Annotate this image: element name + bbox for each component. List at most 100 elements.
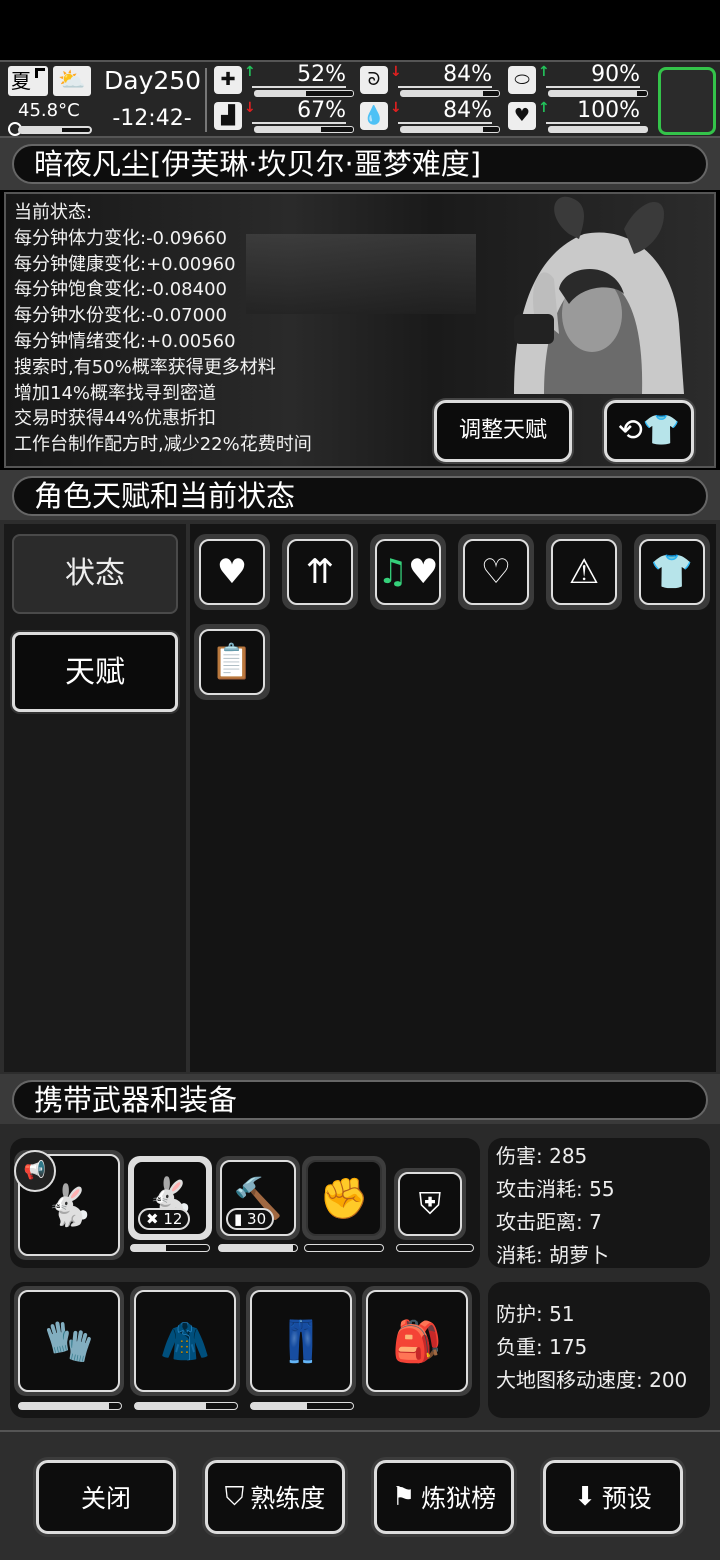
ammo-count: 12 (163, 1210, 183, 1228)
underline (546, 122, 640, 124)
status-alarm[interactable]: ⚠ (546, 534, 622, 610)
stat-mood[interactable]: ♥ ↑ 100% (508, 98, 648, 134)
stat-water[interactable]: 💧 ↓ 84% (360, 98, 500, 134)
arrow-icon (35, 68, 45, 78)
rabbit-weapon-icon: 🐇 ✖ 12 (132, 1160, 208, 1236)
stat-bar (254, 90, 354, 97)
character-portrait (514, 196, 684, 394)
trend-down-icon: ↓ (390, 64, 402, 80)
status-line: 工作台制作配方时,减少22%花费时间 (14, 434, 312, 456)
talents-title: 角色天赋和当前状态 (12, 476, 708, 516)
attack-range-stat: 攻击距离: 7 (496, 1210, 602, 1234)
weapon-slot-main[interactable]: 🐇 📢 (14, 1150, 124, 1260)
medkit-icon: ✚ (214, 66, 242, 94)
trend-up-icon: ↑ (538, 100, 550, 116)
status-stomach[interactable]: ⇈ (282, 534, 358, 610)
durability-bar (396, 1244, 474, 1252)
underline (546, 86, 640, 88)
tab-talent[interactable]: 天赋 (12, 632, 178, 712)
underline (398, 122, 492, 124)
boot-icon: ▟ (214, 102, 242, 130)
ranking-label: 炼狱榜 (421, 1484, 497, 1513)
stat-medicine[interactable]: ⬭ ↑ 90% (508, 62, 648, 98)
durability-bar (250, 1402, 354, 1410)
armor-slot-backpack[interactable]: 🎒 (362, 1286, 472, 1396)
status-medical[interactable]: 📋 (194, 624, 270, 700)
temperature-bar (18, 126, 92, 134)
stat-hunger[interactable]: ᘐ ↓ 84% (360, 62, 500, 98)
ammo-count: 30 (247, 1210, 267, 1228)
character-title: 暗夜凡尘[伊芙琳·坎贝尔·噩梦难度] (12, 144, 708, 184)
status-line: 每分钟健康变化:+0.00960 (14, 253, 236, 275)
horn-icon: 📢 (14, 1150, 56, 1192)
stat-bar (400, 90, 500, 97)
hammer-icon: 🔨 ▮ 30 (220, 1160, 296, 1236)
stat-bar (400, 126, 500, 133)
weapon-slot-2[interactable]: 🐇 ✖ 12 (128, 1156, 212, 1240)
equipment-panel: 🐇 📢 🐇 ✖ 12 🔨 ▮ 30 ✊ ⛨ 伤害: 285 攻击消耗: 55 攻… (0, 1124, 720, 1430)
status-bar: 夏 ⛅ 45.8°C Day250 -12:42- ✚ ↑ 52% ᘐ ↓ 84… (0, 60, 720, 138)
status-line: 每分钟情绪变化:+0.00560 (14, 330, 236, 352)
armor-slot-gloves[interactable]: 🧤 (14, 1286, 124, 1396)
box-download-icon: ⬇ (574, 1482, 596, 1512)
drop-icon: 💧 (360, 102, 388, 130)
cloudy-sun-icon[interactable]: ⛅ (53, 66, 91, 96)
status-icon-grid: ♥ ⇈ ♫ ♥ ♡ ⚠ 👕 📋 (190, 524, 716, 1072)
trend-up-icon: ↑ (538, 64, 550, 80)
tab-status[interactable]: 状态 (12, 534, 178, 614)
season-badge[interactable]: 夏 (8, 66, 48, 96)
armor-slot-pants[interactable]: 👖 (246, 1286, 356, 1396)
ranking-button[interactable]: ⚑ 炼狱榜 (374, 1460, 514, 1534)
status-heart[interactable]: ♥ (194, 534, 270, 610)
temperature-gauge: 45.8°C (8, 100, 92, 136)
outfit-swap-icon[interactable]: ⟲👕 (604, 400, 694, 462)
status-heart-stomach[interactable]: ♡ (458, 534, 534, 610)
stat-bar (548, 126, 648, 133)
adjust-talent-button[interactable]: 调整天赋 (434, 400, 572, 462)
weapon-slot-3[interactable]: 🔨 ▮ 30 (216, 1156, 300, 1240)
talents-tabs: 状态 天赋 (4, 524, 186, 1072)
durability-bar (18, 1402, 122, 1410)
close-label: 关闭 (80, 1484, 131, 1513)
stat-value: 100% (577, 98, 640, 123)
season-label: 夏 (11, 69, 31, 93)
character-slot-button[interactable] (658, 67, 716, 135)
carrot-rabbit-horn-icon: 🐇 📢 (14, 1150, 120, 1256)
status-line: 增加14%概率找寻到密道 (14, 382, 217, 404)
status-line: 每分钟水份变化:-0.07000 (14, 305, 227, 327)
status-shirt[interactable]: 👕 (634, 534, 710, 610)
attack-cost-stat: 攻击消耗: 55 (496, 1177, 615, 1201)
stat-bar (548, 90, 648, 97)
pill-icon: ⬭ (508, 66, 536, 94)
preset-button[interactable]: ⬇ 预设 (543, 1460, 683, 1534)
durability-bar (130, 1244, 210, 1252)
weapon-slot-4[interactable]: ✊ (302, 1156, 386, 1240)
medical-clipboard-icon: 📋 (199, 629, 265, 695)
trend-up-icon: ↑ (244, 64, 256, 80)
status-line: 当前状态: (14, 202, 93, 223)
day-counter: Day250 (104, 66, 202, 95)
stomach-arrow-icon: ⇈ (287, 539, 353, 605)
proficiency-button[interactable]: ⛉ 熟练度 (205, 1460, 345, 1534)
status-music-heart[interactable]: ♫ ♥ (370, 534, 446, 610)
close-button[interactable]: 关闭 (36, 1460, 176, 1534)
stat-stamina[interactable]: ▟ ↓ 67% (214, 98, 354, 134)
status-line: 每分钟体力变化:-0.09660 (14, 227, 227, 249)
stat-value: 84% (443, 62, 492, 87)
heart-icon: ♥ (199, 539, 265, 605)
armor-slot-cloak[interactable]: 🧥 (130, 1286, 240, 1396)
status-line: 搜索时,有50%概率获得更多材料 (14, 356, 276, 378)
weapon-slot-shield[interactable]: ⛨ (394, 1168, 466, 1240)
character-panel: 当前状态: 每分钟体力变化:-0.09660 每分钟健康变化:+0.00960 … (4, 192, 716, 468)
stat-health[interactable]: ✚ ↑ 52% (214, 62, 354, 98)
defense-stat: 防护: 51 (496, 1302, 575, 1326)
fur-pants-icon: 👖 (250, 1290, 352, 1392)
temperature-value: 45.8°C (18, 100, 80, 121)
banner-trophy-icon: ⚑ (391, 1482, 416, 1512)
armor-stats: 防护: 51 负重: 175 大地图移动速度: 200 (488, 1282, 710, 1418)
heart-stomach-icon: ♡ (463, 539, 529, 605)
character-status-text: 当前状态: 每分钟体力变化:-0.09660 每分钟健康变化:+0.00960 … (14, 200, 312, 458)
preset-label: 预设 (601, 1484, 652, 1513)
durability-bar (134, 1402, 238, 1410)
weapon-stats: 伤害: 285 攻击消耗: 55 攻击距离: 7 消耗: 胡萝卜 (488, 1138, 710, 1268)
